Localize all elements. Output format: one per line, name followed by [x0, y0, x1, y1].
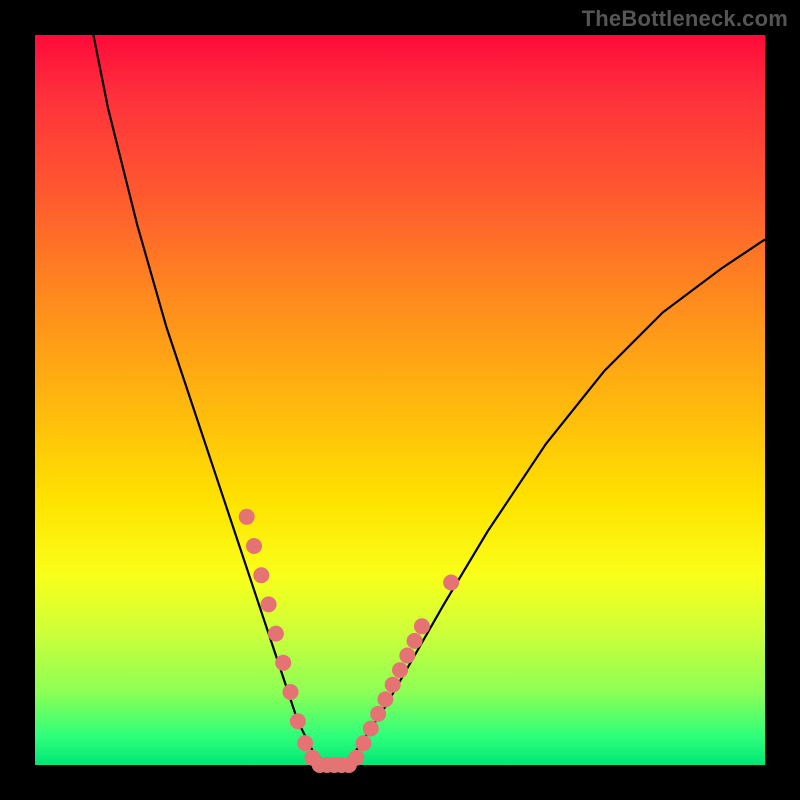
watermark-text: TheBottleneck.com — [582, 6, 788, 32]
bottleneck-curve — [93, 35, 765, 765]
curve-marker — [283, 684, 299, 700]
curve-marker — [290, 713, 306, 729]
curve-marker — [268, 626, 284, 642]
chart-plot-area — [35, 35, 765, 765]
curve-marker — [414, 618, 430, 634]
curve-marker — [370, 706, 386, 722]
curve-marker — [363, 721, 379, 737]
curve-marker — [385, 677, 401, 693]
curve-marker — [261, 596, 277, 612]
curve-marker — [275, 655, 291, 671]
curve-marker — [407, 633, 423, 649]
chart-svg — [35, 35, 765, 765]
curve-marker — [246, 538, 262, 554]
curve-marker — [239, 509, 255, 525]
curve-marker — [348, 750, 364, 766]
curve-marker — [253, 567, 269, 583]
curve-marker — [399, 648, 415, 664]
curve-marker — [392, 662, 408, 678]
curve-marker — [443, 575, 459, 591]
curve-marker — [297, 735, 313, 751]
curve-marker — [377, 691, 393, 707]
chart-frame: TheBottleneck.com — [0, 0, 800, 800]
curve-marker — [356, 735, 372, 751]
